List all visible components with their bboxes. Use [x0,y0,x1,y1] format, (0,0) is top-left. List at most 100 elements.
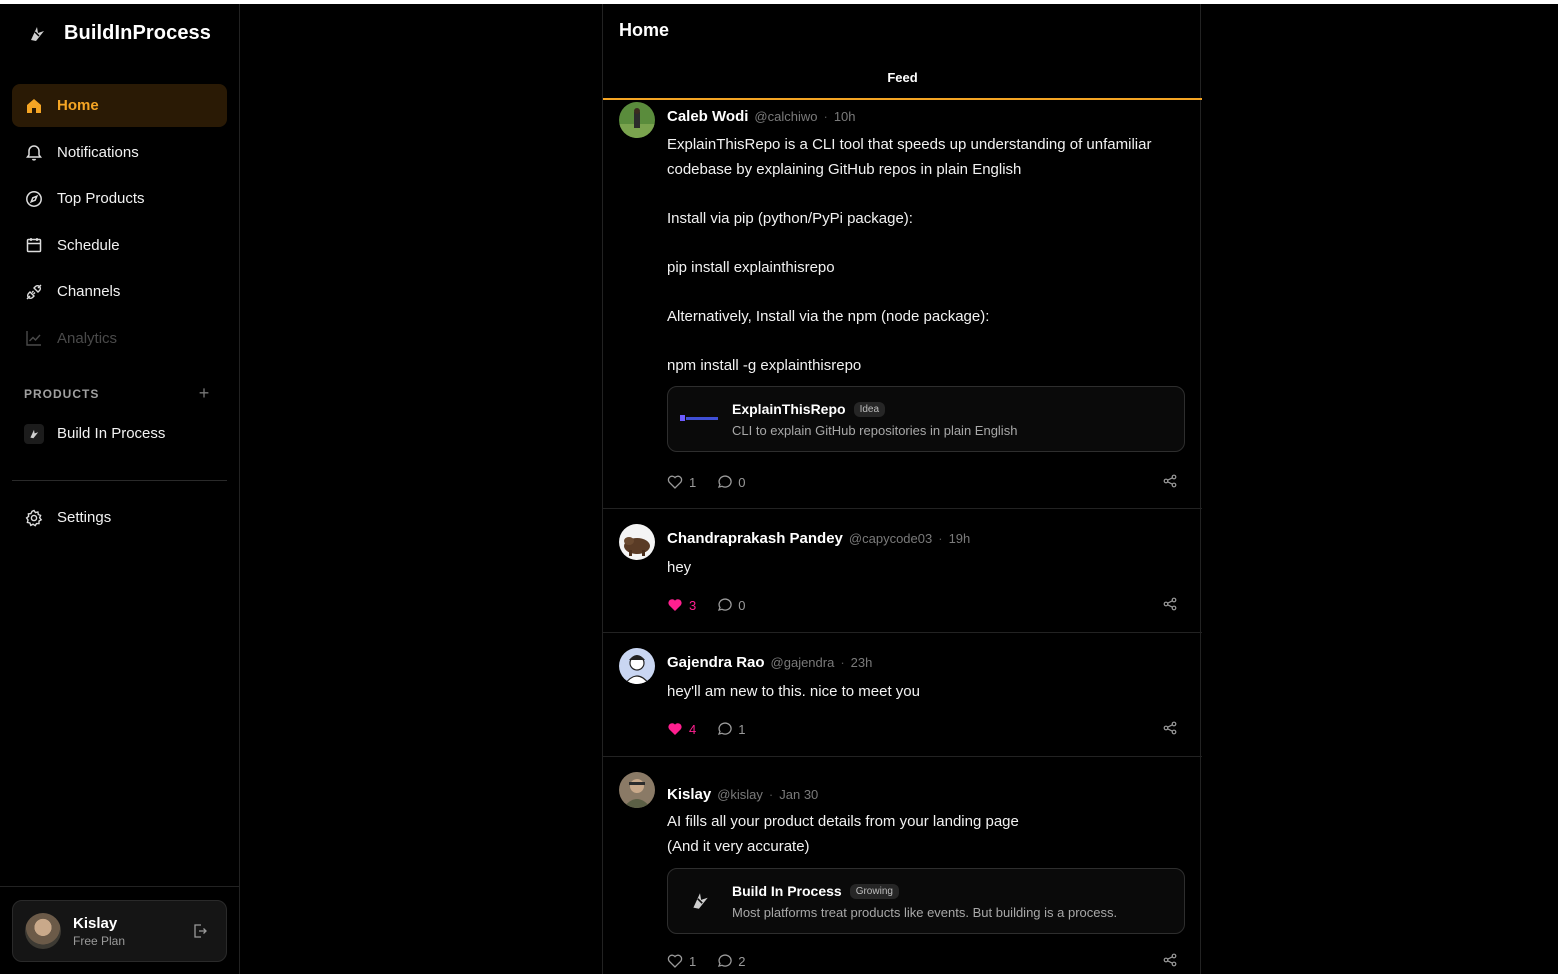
home-icon [24,96,44,116]
sidebar-item-analytics[interactable]: Analytics [12,317,227,360]
comment-button[interactable]: 1 [716,721,745,737]
sidebar-item-channels[interactable]: Channels [12,270,227,313]
sidebar-item-top-products[interactable]: Top Products [12,177,227,220]
brand-name: BuildInProcess [64,22,211,44]
post-actions: 1 2 [667,951,1187,971]
post: Kislay @kislay · Jan 30 AI fills all you… [603,757,1202,974]
comment-icon [718,475,732,488]
comment-count: 0 [738,597,746,613]
post-time: 23h [850,655,873,670]
post-body: AI fills all your product details from y… [667,813,1019,855]
embed-title: Build In Process Growing [732,883,899,899]
post-author[interactable]: Caleb Wodi [667,108,748,125]
product-embed[interactable]: ExplainThisRepo Idea CLI to explain GitH… [667,386,1185,452]
avatar[interactable] [619,648,655,684]
like-button[interactable]: 1 [667,474,696,490]
post-actions: 4 1 [667,719,1187,739]
avatar[interactable] [619,102,655,138]
user-plan: Free Plan [73,933,126,948]
bell-icon [24,142,44,162]
status-badge: Growing [849,883,899,899]
post: Chandraprakash Pandey @capycode03 · 19h … [603,509,1202,633]
like-button[interactable]: 1 [667,953,696,969]
sidebar-item-label: Schedule [57,236,120,254]
user-divider [0,886,239,887]
comment-icon [718,722,732,735]
post-author[interactable]: Gajendra Rao [667,654,765,671]
product-logo-icon [680,403,720,435]
sidebar-item-settings[interactable]: Settings [12,496,227,539]
comment-button[interactable]: 2 [716,953,745,969]
comment-count: 0 [738,474,746,490]
post-header: Gajendra Rao @gajendra · 23h [667,654,872,671]
compass-icon [24,189,44,209]
heart-icon [668,723,682,735]
sidebar-item-label: Home [57,97,99,114]
user-name: Kislay [73,914,118,932]
comment-icon [718,954,732,967]
sidebar-item-schedule[interactable]: Schedule [12,224,227,267]
heart-icon [667,475,683,489]
post-header: Chandraprakash Pandey @capycode03 · 19h [667,530,970,547]
post-actions: 1 0 [667,472,1187,492]
share-icon[interactable] [1163,597,1179,613]
share-icon[interactable] [1163,953,1179,969]
user-card[interactable]: Kislay Free Plan [12,900,227,962]
avatar[interactable] [619,524,655,560]
post-handle[interactable]: @capycode03 [849,531,932,546]
post-time: 19h [948,531,971,546]
comment-button[interactable]: 0 [716,597,745,613]
post: Gajendra Rao @gajendra · 23h hey'll am n… [603,633,1202,757]
gear-icon [24,508,44,528]
comment-button[interactable]: 0 [716,474,745,490]
add-product-button[interactable]: + [196,383,212,404]
settings-label: Settings [57,509,112,526]
sidebar-item-product[interactable]: Build In Process [12,412,227,455]
like-button[interactable]: 4 [667,721,696,737]
like-count: 4 [689,721,697,737]
post-header: Kislay @kislay · Jan 30 [667,786,818,803]
separator-dot: · [768,787,774,802]
post: Caleb Wodi @calchiwo · 10h ExplainThisRe… [603,102,1202,509]
sidebar-divider [12,480,227,481]
embed-product-name: ExplainThisRepo [732,401,846,417]
embed-title: ExplainThisRepo Idea [732,401,886,417]
product-embed[interactable]: Build In Process Growing Most platforms … [667,868,1185,934]
brand[interactable]: BuildInProcess [26,22,211,45]
like-count: 3 [689,597,697,613]
calendar-icon [24,235,44,255]
products-section-label: PRODUCTS [24,387,100,401]
sidebar-item-label: Analytics [57,329,118,347]
chart-icon [24,328,44,348]
post-handle[interactable]: @calchiwo [754,109,817,124]
plug-icon [24,282,44,302]
product-logo-icon [24,423,44,444]
logout-icon[interactable] [192,923,208,939]
post-handle[interactable]: @gajendra [771,655,835,670]
avatar[interactable] [619,772,655,808]
embed-description: CLI to explain GitHub repositories in pl… [732,423,1018,438]
sidebar: BuildInProcess Home Notifications Top Pr… [0,4,240,974]
brand-logo-icon [26,23,48,45]
embed-description: Most platforms treat products like event… [732,905,1118,920]
comment-count: 2 [738,953,746,969]
product-logo-icon [680,885,720,917]
post-author[interactable]: Kislay [667,786,711,803]
separator-dot: · [823,109,828,124]
sidebar-item-label: Top Products [57,190,145,208]
sidebar-item-label: Notifications [57,143,139,161]
sidebar-item-home[interactable]: Home [12,84,227,127]
post-actions: 3 0 [667,595,1187,615]
post-body: ExplainThisRepo is a CLI tool that speed… [667,136,1152,374]
post-header: Caleb Wodi @calchiwo · 10h [667,108,856,125]
share-icon[interactable] [1163,721,1179,737]
page-title: Home [619,20,670,40]
post-author[interactable]: Chandraprakash Pandey [667,530,843,547]
sidebar-item-notifications[interactable]: Notifications [12,131,227,174]
main-feed: Home Feed Caleb Wodi @calchiwo · 10h Exp… [602,4,1202,974]
share-icon[interactable] [1163,474,1179,490]
post-handle[interactable]: @kislay [717,787,763,802]
like-button[interactable]: 3 [667,597,696,613]
post-time: Jan 30 [779,787,819,802]
tab-feed[interactable]: Feed [603,64,1202,100]
